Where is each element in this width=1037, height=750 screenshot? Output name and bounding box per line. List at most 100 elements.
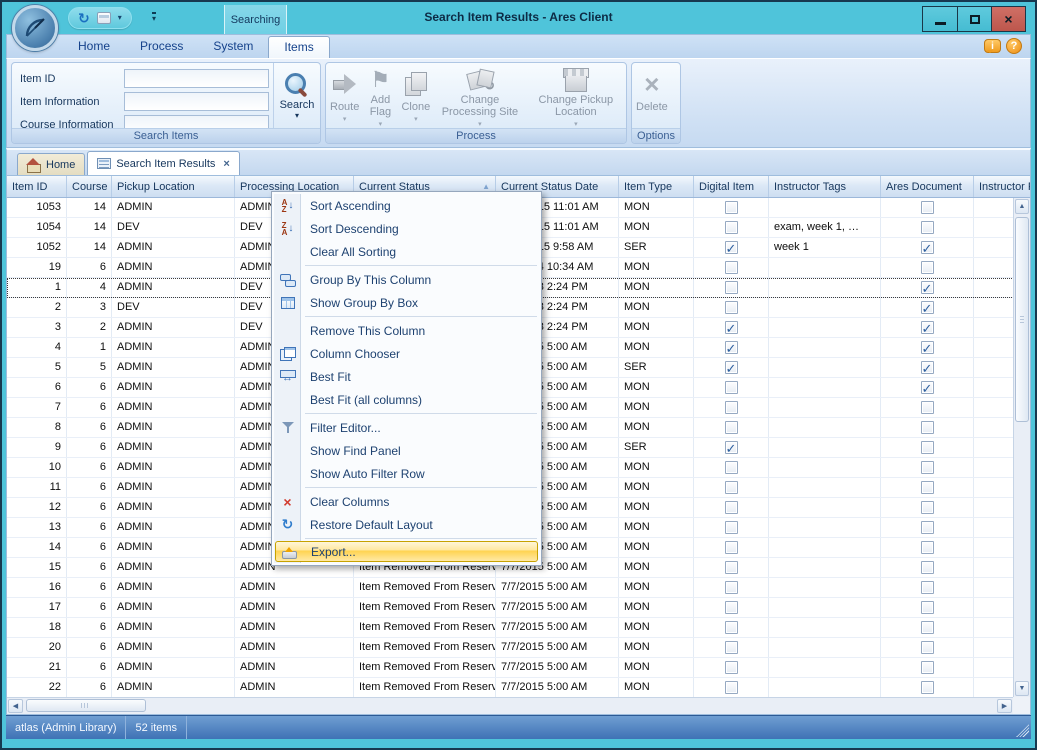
- info-icon[interactable]: i: [984, 39, 1001, 53]
- digital-item-checkbox[interactable]: [725, 421, 738, 434]
- doc-tab-home[interactable]: Home: [17, 153, 85, 175]
- table-row[interactable]: 166ADMINADMINItem Removed From Reserves7…: [7, 578, 1030, 598]
- menu-item-clear-columns[interactable]: ×Clear Columns: [274, 490, 539, 513]
- vertical-scroll-thumb[interactable]: [1015, 217, 1029, 422]
- ares-document-checkbox[interactable]: [921, 221, 934, 234]
- column-header-digital-item[interactable]: Digital Item: [694, 176, 769, 197]
- ribbon-tab-process[interactable]: Process: [125, 36, 198, 58]
- ares-document-checkbox[interactable]: [921, 541, 934, 554]
- ares-document-checkbox[interactable]: [921, 281, 934, 294]
- ribbon-button-change-pickup-location[interactable]: Change Pickup Location▾: [528, 65, 624, 128]
- digital-item-checkbox[interactable]: [725, 401, 738, 414]
- ribbon-tab-items[interactable]: Items: [268, 36, 329, 58]
- table-row[interactable]: 216ADMINADMINItem Removed From Reserves7…: [7, 658, 1030, 678]
- ares-document-checkbox[interactable]: [921, 361, 934, 374]
- table-row[interactable]: 226ADMINADMINItem Removed From Reserves7…: [7, 678, 1030, 698]
- menu-item-best-fit-all-columns[interactable]: Best Fit (all columns): [274, 388, 539, 411]
- ares-document-checkbox[interactable]: [921, 581, 934, 594]
- table-row[interactable]: 186ADMINADMINItem Removed From Reserves7…: [7, 618, 1030, 638]
- ares-document-checkbox[interactable]: [921, 321, 934, 334]
- horizontal-scrollbar[interactable]: ◀ ▶: [7, 697, 1013, 714]
- item-id-input[interactable]: [124, 69, 269, 88]
- ares-document-checkbox[interactable]: [921, 661, 934, 674]
- app-logo[interactable]: [12, 5, 58, 51]
- scroll-down-icon[interactable]: ▼: [1015, 681, 1029, 696]
- digital-item-checkbox[interactable]: [725, 481, 738, 494]
- column-header-item-type[interactable]: Item Type: [619, 176, 694, 197]
- menu-item-remove-this-column[interactable]: Remove This Column: [274, 319, 539, 342]
- menu-item-sort-ascending[interactable]: AZ↓Sort Ascending: [274, 194, 539, 217]
- ares-document-checkbox[interactable]: [921, 421, 934, 434]
- digital-item-checkbox[interactable]: [725, 621, 738, 634]
- ares-document-checkbox[interactable]: [921, 521, 934, 534]
- column-header-item-id[interactable]: Item ID: [7, 176, 67, 197]
- digital-item-checkbox[interactable]: [725, 681, 738, 694]
- close-button[interactable]: ×: [991, 7, 1025, 31]
- ares-document-checkbox[interactable]: [921, 601, 934, 614]
- menu-item-group-by-this-column[interactable]: Group By This Column: [274, 268, 539, 291]
- column-header-pickup-location[interactable]: Pickup Location: [112, 176, 235, 197]
- ares-document-checkbox[interactable]: [921, 621, 934, 634]
- digital-item-checkbox[interactable]: [725, 341, 738, 354]
- ares-document-checkbox[interactable]: [921, 381, 934, 394]
- digital-item-checkbox[interactable]: [725, 201, 738, 214]
- ares-document-checkbox[interactable]: [921, 441, 934, 454]
- column-header-instructor-tags[interactable]: Instructor Tags: [769, 176, 881, 197]
- menu-item-column-chooser[interactable]: Column Chooser: [274, 342, 539, 365]
- digital-item-checkbox[interactable]: [725, 581, 738, 594]
- menu-item-show-group-by-box[interactable]: Show Group By Box: [274, 291, 539, 314]
- ribbon-button-route[interactable]: Route▾: [328, 65, 361, 128]
- digital-item-checkbox[interactable]: [725, 301, 738, 314]
- digital-item-checkbox[interactable]: [725, 361, 738, 374]
- menu-item-export[interactable]: Export...: [275, 541, 538, 562]
- digital-item-checkbox[interactable]: [725, 441, 738, 454]
- search-button[interactable]: Search ▾: [273, 63, 320, 128]
- digital-item-checkbox[interactable]: [725, 561, 738, 574]
- ares-document-checkbox[interactable]: [921, 641, 934, 654]
- ribbon-button-add-flag[interactable]: ⚑Add Flag▾: [361, 65, 399, 128]
- ares-document-checkbox[interactable]: [921, 461, 934, 474]
- digital-item-checkbox[interactable]: [725, 261, 738, 274]
- digital-item-checkbox[interactable]: [725, 241, 738, 254]
- ares-document-checkbox[interactable]: [921, 561, 934, 574]
- ribbon-tab-home[interactable]: Home: [63, 36, 125, 58]
- ares-document-checkbox[interactable]: [921, 401, 934, 414]
- column-header-instructor-p[interactable]: Instructor P: [974, 176, 1031, 197]
- scroll-right-icon[interactable]: ▶: [997, 699, 1012, 713]
- digital-item-checkbox[interactable]: [725, 461, 738, 474]
- menu-item-best-fit[interactable]: Best Fit: [274, 365, 539, 388]
- horizontal-scroll-thumb[interactable]: [26, 699, 146, 712]
- menu-item-filter-editor[interactable]: Filter Editor...: [274, 416, 539, 439]
- table-row[interactable]: 176ADMINADMINItem Removed From Reserves7…: [7, 598, 1030, 618]
- digital-item-checkbox[interactable]: [725, 281, 738, 294]
- menu-item-show-find-panel[interactable]: Show Find Panel: [274, 439, 539, 462]
- maximize-button[interactable]: [957, 7, 991, 31]
- digital-item-checkbox[interactable]: [725, 501, 738, 514]
- column-header-ares-document[interactable]: Ares Document: [881, 176, 974, 197]
- ribbon-button-change-processing-site[interactable]: ↻Change Processing Site▾: [432, 65, 527, 128]
- column-header-course-id[interactable]: Course ID: [67, 176, 112, 197]
- ares-document-checkbox[interactable]: [921, 301, 934, 314]
- doc-tab-search-item-results[interactable]: Search Item Results×: [87, 151, 239, 175]
- menu-item-clear-all-sorting[interactable]: Clear All Sorting: [274, 240, 539, 263]
- help-icon[interactable]: ?: [1006, 38, 1022, 54]
- close-tab-icon[interactable]: ×: [223, 158, 229, 170]
- vertical-scrollbar[interactable]: ▲ ▼: [1013, 198, 1030, 697]
- ares-document-checkbox[interactable]: [921, 201, 934, 214]
- ares-document-checkbox[interactable]: [921, 341, 934, 354]
- resize-grip-icon[interactable]: [1016, 724, 1029, 737]
- ares-document-checkbox[interactable]: [921, 261, 934, 274]
- menu-item-show-auto-filter-row[interactable]: Show Auto Filter Row: [274, 462, 539, 485]
- digital-item-checkbox[interactable]: [725, 541, 738, 554]
- ares-document-checkbox[interactable]: [921, 501, 934, 514]
- digital-item-checkbox[interactable]: [725, 221, 738, 234]
- menu-item-sort-descending[interactable]: ZA↓Sort Descending: [274, 217, 539, 240]
- digital-item-checkbox[interactable]: [725, 521, 738, 534]
- ares-document-checkbox[interactable]: [921, 681, 934, 694]
- digital-item-checkbox[interactable]: [725, 661, 738, 674]
- ares-document-checkbox[interactable]: [921, 481, 934, 494]
- ares-document-checkbox[interactable]: [921, 241, 934, 254]
- ribbon-button-clone[interactable]: Clone▾: [399, 65, 432, 128]
- digital-item-checkbox[interactable]: [725, 381, 738, 394]
- menu-item-restore-default-layout[interactable]: ↻Restore Default Layout: [274, 513, 539, 536]
